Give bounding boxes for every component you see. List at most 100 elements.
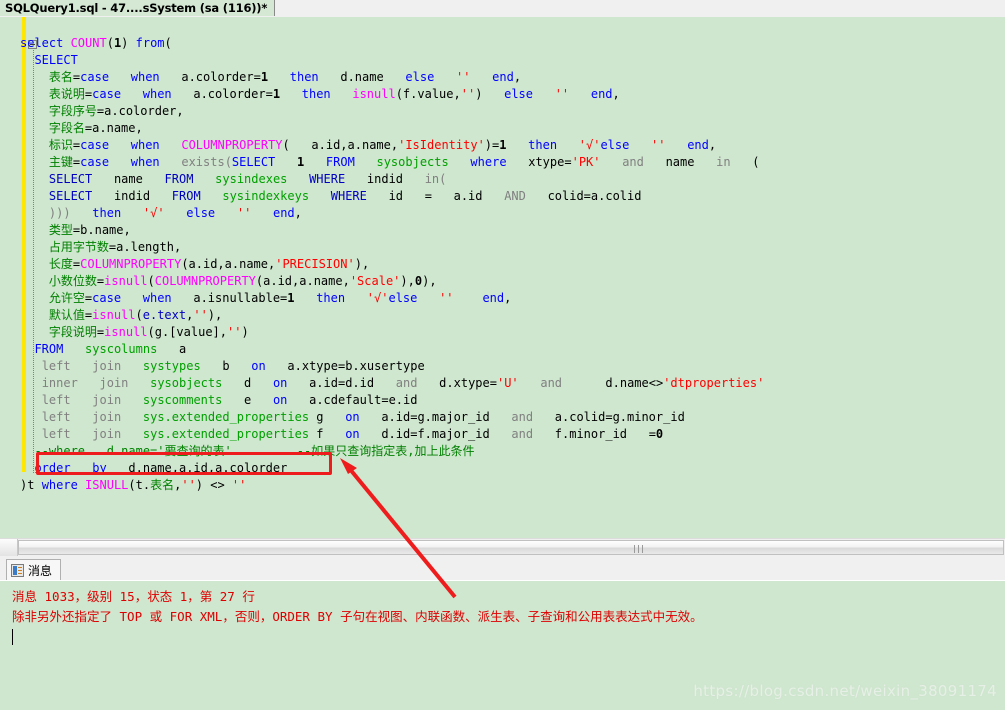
code-token: sysobjects (376, 155, 449, 169)
code-token: 字段名 (48, 121, 85, 135)
code-token: SELECT (48, 189, 93, 203)
scroll-left-button[interactable] (0, 539, 18, 556)
code-token: '' (439, 291, 454, 305)
code-token: inner (41, 376, 78, 390)
code-token: , (708, 138, 717, 152)
code-token: then (289, 70, 319, 84)
code-token: and (511, 427, 534, 441)
code-token: join (92, 427, 122, 441)
code-token: ( (106, 36, 114, 50)
tab-sqlquery1[interactable]: SQLQuery1.sql - 47....sSystem (sa (116))… (0, 0, 276, 16)
error-message-line2: 除非另外还指定了 TOP 或 FOR XML，否则，ORDER BY 子句在视图… (12, 609, 703, 624)
code-token: on (345, 427, 360, 441)
code-token: '' (236, 206, 252, 220)
code-token: syscolumns (85, 342, 158, 356)
code-token: by (92, 461, 107, 475)
code-token: a.id=g.major_id (381, 410, 490, 424)
code-token: 字段说明 (48, 325, 97, 339)
code-token: AND (504, 189, 526, 203)
code-token: '' (455, 70, 471, 84)
code-token: 'Scale' (349, 274, 401, 288)
code-line: 字段名=a.name, (20, 120, 764, 137)
code-line: SELECT (20, 52, 764, 69)
code-token: SELECT (34, 53, 78, 67)
code-token: left (41, 393, 71, 407)
editor-horizontal-scrollbar[interactable] (0, 538, 1005, 557)
code-token: a.cdefault=e.id (309, 393, 418, 407)
editor-gutter (0, 17, 18, 538)
code-token: isnull (104, 325, 148, 339)
tab-messages[interactable]: 消息 (6, 559, 62, 580)
code-token: select (20, 36, 71, 50)
code-token: ))) (48, 206, 71, 220)
code-token: a.colid=g.minor_id (554, 410, 685, 424)
code-line: FROM syscolumns a (20, 341, 764, 358)
code-token: indid (366, 172, 404, 186)
code-token: '' (231, 478, 247, 492)
code-token: ( (135, 308, 143, 322)
code-line: left join sys.extended_properties g on a… (20, 409, 764, 426)
code-token: ), (354, 257, 370, 271)
code-token: then (301, 87, 331, 101)
code-token: --如果只查询指定表,加上此条件 (296, 444, 475, 458)
scrollbar-thumb[interactable] (18, 540, 1004, 555)
code-token: 'PRECISION' (275, 257, 355, 271)
code-token: (f.value, (395, 87, 461, 101)
error-message-text: 消息 1033，级别 15，状态 1，第 27 行 除非另外还指定了 TOP 或… (12, 587, 703, 627)
code-token: case (80, 70, 110, 84)
code-token: name (665, 155, 695, 169)
code-line: SELECT name FROM sysindexes WHERE indid … (20, 171, 764, 188)
results-tabbar: 消息 (0, 557, 1005, 581)
code-token: SELECT (231, 155, 276, 169)
code-token: =b.name, (72, 223, 131, 237)
editor-tabstrip: SQLQuery1.sql - 47....sSystem (sa (116))… (0, 0, 1005, 18)
code-token: when (130, 70, 160, 84)
code-token: ( (730, 155, 760, 169)
code-token: end (482, 291, 505, 305)
code-token: else (388, 291, 418, 305)
code-line: 字段序号=a.colorder, (20, 103, 764, 120)
sql-code-text[interactable]: select COUNT(1) from( SELECT 表名=case whe… (20, 35, 764, 494)
code-token: 占用字节数 (48, 240, 109, 254)
code-token: a (157, 342, 187, 356)
tab-messages-label: 消息 (28, 563, 53, 578)
code-line: 标识=case when COLUMNPROPERTY( a.id,a.name… (20, 137, 764, 154)
code-token: =a.colorder, (96, 104, 184, 118)
code-editor-pane[interactable]: select COUNT(1) from( SELECT 表名=case whe… (0, 17, 1005, 538)
code-token: 1 (272, 87, 281, 101)
code-token: then (92, 206, 122, 220)
code-token: left (41, 410, 71, 424)
code-token: '' (181, 478, 196, 492)
code-token: FROM (34, 342, 64, 356)
code-token: , (294, 206, 302, 220)
code-token: ), (400, 274, 415, 288)
code-token: (t. (128, 478, 151, 492)
code-line: left join sys.extended_properties f on d… (20, 426, 764, 443)
code-token: join (92, 393, 122, 407)
